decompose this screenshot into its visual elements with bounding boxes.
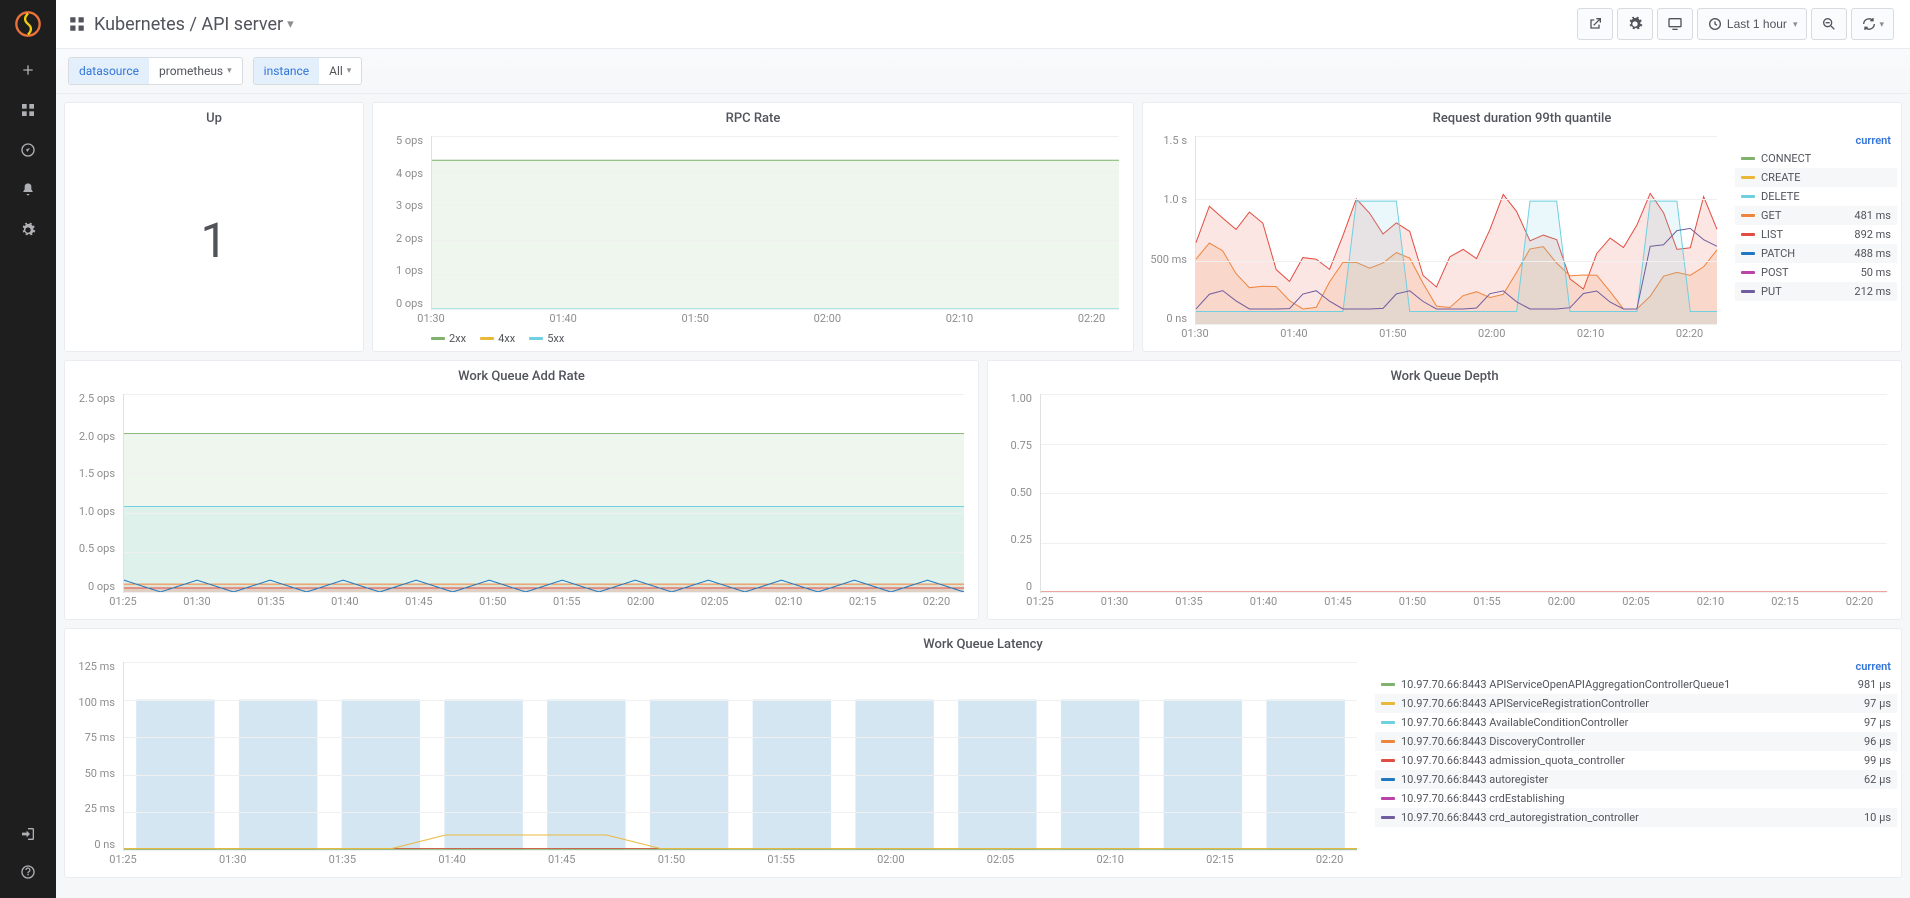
- panel-title: RPC Rate: [373, 103, 1133, 130]
- var-datasource-value[interactable]: prometheus▾: [149, 58, 242, 84]
- legend-item[interactable]: PUT212 ms: [1735, 282, 1897, 301]
- chart-dur: 1.5 s1.0 s500 ms0 ns 01:3001:4001:5002:0…: [1147, 134, 1721, 345]
- chart-lat: 125 ms100 ms75 ms50 ms25 ms0 ns 01:2501:…: [69, 660, 1361, 871]
- legend-header: current: [1735, 132, 1897, 149]
- timerange-label: Last 1 hour: [1727, 17, 1787, 31]
- legend-item[interactable]: CONNECT: [1735, 149, 1897, 168]
- legend-item[interactable]: LIST892 ms: [1735, 225, 1897, 244]
- variable-bar: datasource prometheus▾ instance All▾: [56, 49, 1910, 94]
- var-instance: instance All▾: [253, 57, 363, 85]
- dashboard-icon[interactable]: [18, 100, 38, 120]
- panel-rpc-rate[interactable]: RPC Rate 5 ops4 ops3 ops2 ops1 ops0 ops …: [372, 102, 1134, 352]
- legend-item[interactable]: 10.97.70.66:8443 admission_quota_control…: [1375, 751, 1897, 770]
- legend-item[interactable]: 10.97.70.66:8443 APIServiceOpenAPIAggreg…: [1375, 675, 1897, 694]
- zoom-out-button[interactable]: [1811, 8, 1847, 40]
- var-datasource-label: datasource: [69, 58, 149, 84]
- panel-title: Work Queue Depth: [988, 361, 1901, 388]
- legend-item[interactable]: 10.97.70.66:8443 crd_autoregistration_co…: [1375, 808, 1897, 827]
- legend-item[interactable]: 10.97.70.66:8443 DiscoveryController96 µ…: [1375, 732, 1897, 751]
- legend: current 10.97.70.66:8443 APIServiceOpenA…: [1371, 656, 1901, 877]
- dashboard-title[interactable]: Kubernetes / API server: [94, 14, 283, 35]
- legend-item[interactable]: POST50 ms: [1735, 263, 1897, 282]
- legend: 2xx 4xx 5xx: [377, 330, 1123, 345]
- panel-title: Request duration 99th quantile: [1143, 103, 1901, 130]
- legend-item[interactable]: 10.97.70.66:8443 autoregister62 µs: [1375, 770, 1897, 789]
- legend-item[interactable]: 4xx: [480, 332, 515, 345]
- panel-title: Work Queue Add Rate: [65, 361, 978, 388]
- legend-item[interactable]: 5xx: [529, 332, 564, 345]
- legend: current CONNECTCREATEDELETEGET481 msLIST…: [1731, 130, 1901, 351]
- chart-wqa: 2.5 ops2.0 ops1.5 ops1.0 ops0.5 ops0 ops…: [69, 392, 968, 613]
- grafana-logo[interactable]: [12, 8, 44, 40]
- panel-title: Up: [65, 103, 363, 130]
- var-instance-label: instance: [254, 58, 319, 84]
- dashboard-crumb-icon: [68, 15, 86, 33]
- gear-icon[interactable]: [18, 220, 38, 240]
- legend-item[interactable]: DELETE: [1735, 187, 1897, 206]
- legend-item[interactable]: 10.97.70.66:8443 APIServiceRegistrationC…: [1375, 694, 1897, 713]
- legend-header: current: [1375, 658, 1897, 675]
- settings-button[interactable]: [1617, 8, 1653, 40]
- legend-item[interactable]: 10.97.70.66:8443 AvailableConditionContr…: [1375, 713, 1897, 732]
- legend-item[interactable]: 2xx: [431, 332, 466, 345]
- panel-work-queue-latency[interactable]: Work Queue Latency 125 ms100 ms75 ms50 m…: [64, 628, 1902, 878]
- explore-icon[interactable]: [18, 140, 38, 160]
- timerange-button[interactable]: Last 1 hour ▾: [1697, 8, 1808, 40]
- panel-title: Work Queue Latency: [65, 629, 1901, 656]
- help-icon[interactable]: [18, 862, 38, 882]
- chevron-down-icon[interactable]: ▾: [287, 17, 294, 32]
- cycle-view-button[interactable]: [1657, 8, 1693, 40]
- dashboard-grid: Up 1 RPC Rate 5 ops4 ops3 ops2 ops1 ops0…: [56, 94, 1910, 886]
- legend-item[interactable]: PATCH488 ms: [1735, 244, 1897, 263]
- legend-item[interactable]: 10.97.70.66:8443 crdEstablishing: [1375, 789, 1897, 808]
- refresh-button[interactable]: ▾: [1851, 8, 1894, 40]
- var-datasource: datasource prometheus▾: [68, 57, 243, 85]
- sidebar: [0, 0, 56, 898]
- panel-up[interactable]: Up 1: [64, 102, 364, 352]
- share-button[interactable]: [1577, 8, 1613, 40]
- panel-work-queue-depth[interactable]: Work Queue Depth 1.000.750.500.250 01:25…: [987, 360, 1902, 620]
- panel-work-queue-add-rate[interactable]: Work Queue Add Rate 2.5 ops2.0 ops1.5 op…: [64, 360, 979, 620]
- stat-value: 1: [65, 130, 363, 351]
- panel-request-duration[interactable]: Request duration 99th quantile 1.5 s1.0 …: [1142, 102, 1902, 352]
- plus-icon[interactable]: [18, 60, 38, 80]
- legend-item[interactable]: CREATE: [1735, 168, 1897, 187]
- legend-item[interactable]: GET481 ms: [1735, 206, 1897, 225]
- bell-icon[interactable]: [18, 180, 38, 200]
- chart-wqd: 1.000.750.500.250 01:2501:3001:3501:4001…: [992, 392, 1891, 613]
- chart-rpc: 5 ops4 ops3 ops2 ops1 ops0 ops 01:3001:4…: [377, 134, 1123, 330]
- var-instance-value[interactable]: All▾: [319, 58, 361, 84]
- toolbar: Kubernetes / API server ▾ Last 1 hour ▾ …: [56, 0, 1910, 49]
- signin-icon[interactable]: [18, 824, 38, 844]
